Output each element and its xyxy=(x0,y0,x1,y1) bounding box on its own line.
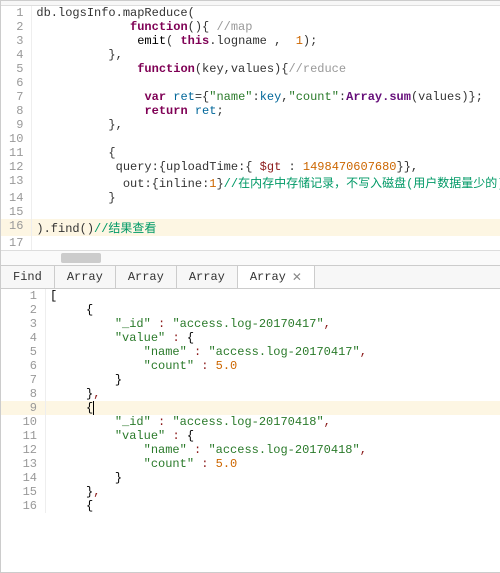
line-no: 6 xyxy=(1,76,32,90)
line-no: 5 xyxy=(1,62,32,76)
line-no: 12 xyxy=(1,160,32,174)
line-no: 15 xyxy=(1,205,32,219)
line-no: 6 xyxy=(1,359,46,373)
line-no: 11 xyxy=(1,146,32,160)
code-line[interactable]: query:{uploadTime:{ $gt : 1498470607680}… xyxy=(32,160,500,174)
scrollbar-horizontal[interactable] xyxy=(1,250,500,265)
code-line[interactable]: ).find()//结果查看 xyxy=(32,219,500,236)
code-line[interactable] xyxy=(32,132,500,146)
editor-top: 1db.logsInfo.mapReduce( 2 function(){ //… xyxy=(1,6,500,265)
result-line[interactable]: { xyxy=(46,303,500,317)
line-no: 10 xyxy=(1,415,46,429)
line-no: 7 xyxy=(1,373,46,387)
line-no: 8 xyxy=(1,104,32,118)
scroll-thumb[interactable] xyxy=(61,253,101,263)
code-top[interactable]: 1db.logsInfo.mapReduce( 2 function(){ //… xyxy=(1,6,500,250)
line-no: 13 xyxy=(1,174,32,191)
result-line[interactable]: }, xyxy=(46,387,500,401)
line-no: 11 xyxy=(1,429,46,443)
line-no: 16 xyxy=(1,499,46,513)
line-no: 17 xyxy=(1,236,32,250)
line-no: 13 xyxy=(1,457,46,471)
result-line[interactable]: "name" : "access.log-20170417", xyxy=(46,345,500,359)
line-no: 4 xyxy=(1,48,32,62)
line-no: 1 xyxy=(1,289,46,303)
line-no: 3 xyxy=(1,317,46,331)
result-line[interactable]: [ xyxy=(46,289,500,303)
line-no: 8 xyxy=(1,387,46,401)
code-line[interactable]: function(){ //map xyxy=(32,20,500,34)
line-no: 4 xyxy=(1,331,46,345)
code-line[interactable] xyxy=(32,205,500,219)
result-line[interactable]: } xyxy=(46,373,500,387)
result-line[interactable]: "count" : 5.0 xyxy=(46,457,500,471)
tab-array-2[interactable]: Array xyxy=(116,266,177,288)
code-line[interactable]: out:{inline:1}//在内存中存储记录，不写入磁盘(用户数据量少的) xyxy=(32,174,500,191)
line-no: 16 xyxy=(1,219,32,236)
line-no: 2 xyxy=(1,20,32,34)
tab-array-3[interactable]: Array xyxy=(177,266,238,288)
line-no: 10 xyxy=(1,132,32,146)
line-no: 1 xyxy=(1,6,32,20)
results-pane[interactable]: 1[ 2 { 3 "_id" : "access.log-20170417", … xyxy=(1,289,500,572)
result-line[interactable]: } xyxy=(46,471,500,485)
tab-array-1[interactable]: Array xyxy=(55,266,116,288)
line-no: 9 xyxy=(1,401,46,415)
code-line[interactable]: var ret={"name":key,"count":Array.sum(va… xyxy=(32,90,500,104)
result-line[interactable]: "value" : { xyxy=(46,429,500,443)
result-line[interactable]: }, xyxy=(46,485,500,499)
line-no: 12 xyxy=(1,443,46,457)
result-line[interactable]: "_id" : "access.log-20170417", xyxy=(46,317,500,331)
result-line[interactable]: { xyxy=(46,499,500,513)
app-frame: 1db.logsInfo.mapReduce( 2 function(){ //… xyxy=(0,0,500,573)
line-no: 14 xyxy=(1,471,46,485)
result-line[interactable]: "value" : { xyxy=(46,331,500,345)
line-no: 2 xyxy=(1,303,46,317)
tab-find[interactable]: Find xyxy=(1,266,55,288)
line-no: 15 xyxy=(1,485,46,499)
code-line[interactable]: { xyxy=(32,146,500,160)
result-line[interactable]: "name" : "access.log-20170418", xyxy=(46,443,500,457)
code-line[interactable] xyxy=(32,236,500,250)
line-no: 5 xyxy=(1,345,46,359)
code-line[interactable]: }, xyxy=(32,118,500,132)
close-icon[interactable]: ✕ xyxy=(292,270,302,285)
result-line[interactable]: "_id" : "access.log-20170418", xyxy=(46,415,500,429)
result-line[interactable]: {​ xyxy=(46,401,500,415)
line-no: 9 xyxy=(1,118,32,132)
code-line[interactable]: return ret; xyxy=(32,104,500,118)
tab-array-4[interactable]: Array✕ xyxy=(238,266,315,288)
results-tabbar: Find Array Array Array Array✕ xyxy=(1,265,500,289)
line-no: 3 xyxy=(1,34,32,48)
code-line[interactable]: emit( this.logname , 1); xyxy=(32,34,500,48)
code-line[interactable]: } xyxy=(32,191,500,205)
line-no: 7 xyxy=(1,90,32,104)
result-line[interactable]: "count" : 5.0 xyxy=(46,359,500,373)
code-line[interactable] xyxy=(32,76,500,90)
code-line[interactable]: db.logsInfo.mapReduce( xyxy=(32,6,500,20)
code-line[interactable]: function(key,values){//reduce xyxy=(32,62,500,76)
code-line[interactable]: }, xyxy=(32,48,500,62)
line-no: 14 xyxy=(1,191,32,205)
